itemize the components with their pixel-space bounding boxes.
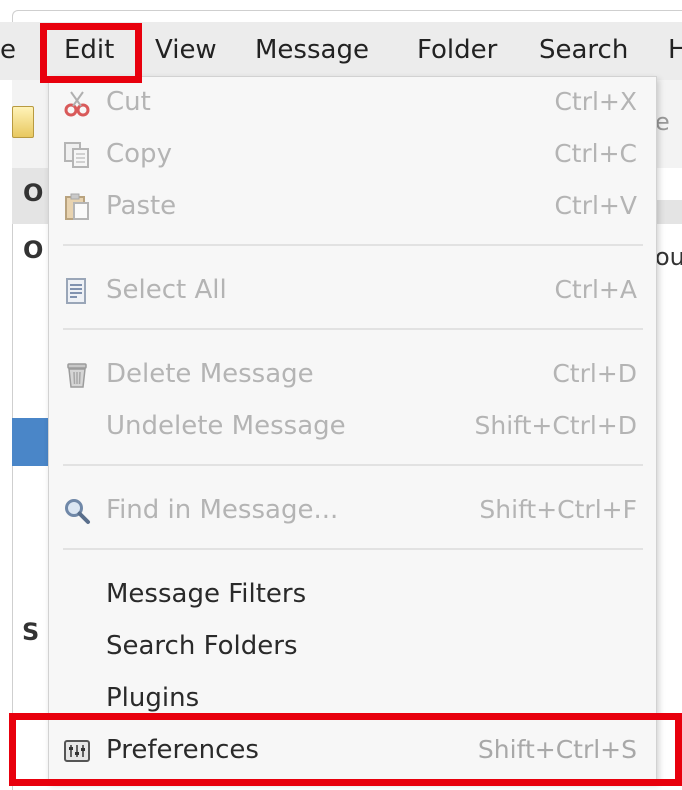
highlight-edit-menu xyxy=(40,23,142,83)
select-all-icon xyxy=(66,278,86,304)
menu-separator xyxy=(63,464,643,466)
folder-pane-section-text: S xyxy=(22,618,40,646)
menu-item-find-in-message[interactable]: Find in Message... Shift+Ctrl+F xyxy=(49,485,656,537)
menubar-item-folder[interactable]: Folder xyxy=(417,33,497,67)
menu-item-label: Plugins xyxy=(106,683,200,713)
menu-item-label: Delete Message xyxy=(106,359,314,389)
menu-item-label: Message Filters xyxy=(106,579,307,609)
highlight-preferences xyxy=(9,713,682,786)
menu-item-paste[interactable]: Paste Ctrl+V xyxy=(49,181,656,233)
magnifier-icon xyxy=(65,499,90,524)
menu-item-message-filters[interactable]: Message Filters xyxy=(49,569,656,621)
menu-item-shortcut: Ctrl+X xyxy=(554,87,637,116)
menu-item-label: Copy xyxy=(106,139,172,169)
menubar-item-view[interactable]: View xyxy=(155,33,217,67)
menu-item-label: Select All xyxy=(106,275,227,305)
menu-item-label: Paste xyxy=(106,191,177,221)
menu-item-label: Undelete Message xyxy=(106,411,346,441)
menu-item-label: Find in Message... xyxy=(106,495,339,525)
menu-item-cut[interactable]: Cut Ctrl+X xyxy=(49,77,656,129)
toolbar-new-icon[interactable] xyxy=(12,106,34,138)
menu-item-select-all[interactable]: Select All Ctrl+A xyxy=(49,265,656,317)
menu-item-shortcut: Ctrl+V xyxy=(554,191,637,220)
menubar-item-help[interactable]: H xyxy=(668,33,682,67)
folder-pane-header-text: O xyxy=(23,179,44,207)
toolbar-right-fragment: e xyxy=(655,108,670,136)
message-list-text: ou xyxy=(655,243,682,271)
menu-item-shortcut: Shift+Ctrl+D xyxy=(474,411,637,440)
menu-item-search-folders[interactable]: Search Folders xyxy=(49,621,656,673)
menu-item-shortcut: Shift+Ctrl+F xyxy=(479,495,637,524)
scissors-icon xyxy=(64,91,90,117)
edit-menu: Cut Ctrl+X Copy Ctrl+C Paste Ctrl+V Sele… xyxy=(48,76,657,782)
trash-icon xyxy=(67,363,87,388)
menu-item-shortcut: Ctrl+C xyxy=(554,139,637,168)
message-list-header xyxy=(655,200,682,224)
menu-item-label: Search Folders xyxy=(106,631,298,661)
copy-icon xyxy=(64,142,89,168)
menubar-item-search[interactable]: Search xyxy=(539,33,628,67)
folder-pane-text: O xyxy=(23,236,44,264)
menu-item-undelete-message[interactable]: Undelete Message Shift+Ctrl+D xyxy=(49,401,656,453)
paste-icon xyxy=(65,193,89,220)
menu-item-label: Cut xyxy=(106,87,151,117)
menu-separator xyxy=(63,548,643,550)
menu-item-copy[interactable]: Copy Ctrl+C xyxy=(49,129,656,181)
menu-item-shortcut: Ctrl+A xyxy=(554,275,637,304)
menu-item-shortcut: Ctrl+D xyxy=(552,359,637,388)
menu-separator xyxy=(63,244,643,246)
menu-separator xyxy=(63,328,643,330)
menubar-item-file[interactable]: e xyxy=(0,33,16,67)
menubar-item-message[interactable]: Message xyxy=(255,33,369,67)
selected-folder-row[interactable] xyxy=(12,418,48,466)
menu-item-delete-message[interactable]: Delete Message Ctrl+D xyxy=(49,349,656,401)
